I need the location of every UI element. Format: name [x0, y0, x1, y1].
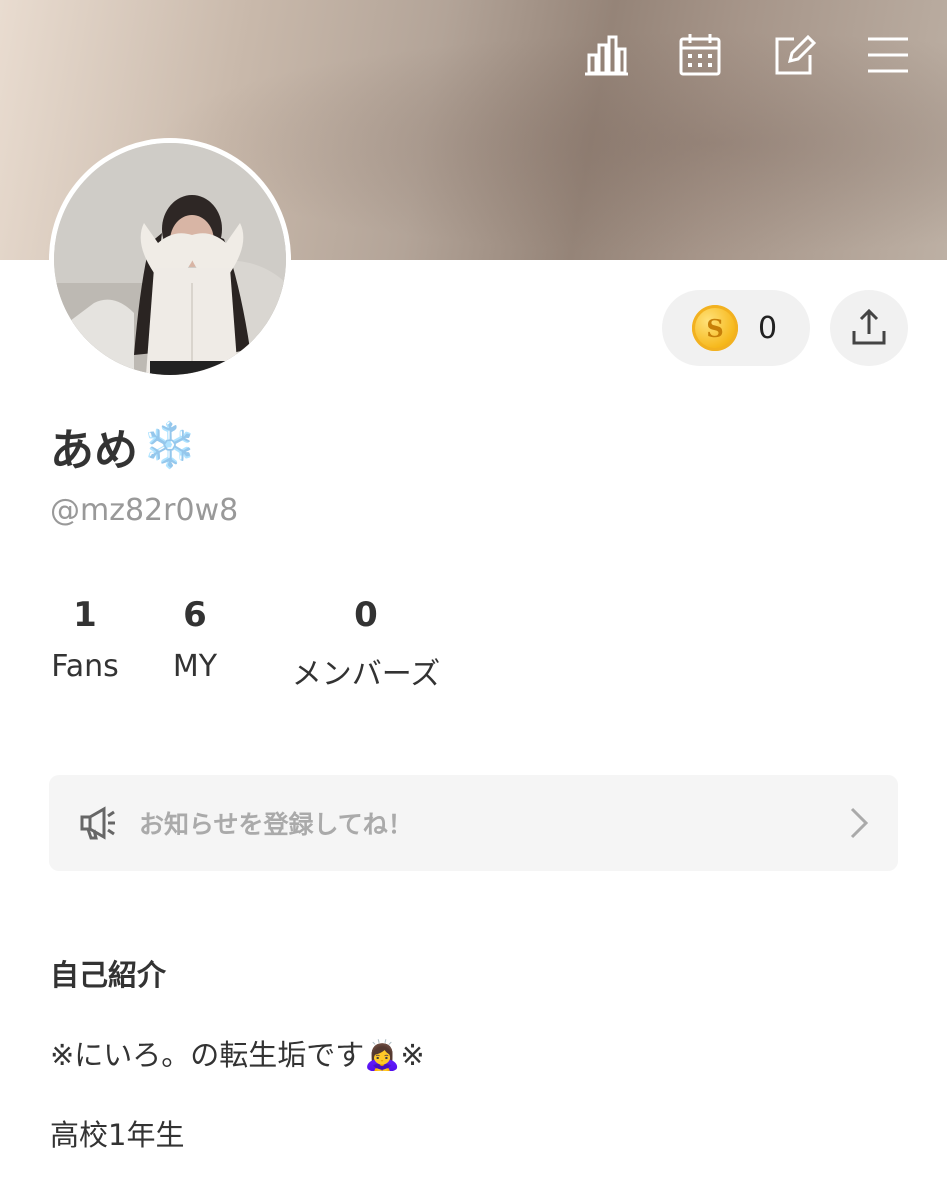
stat-my[interactable]: 6 MY — [148, 595, 242, 693]
stat-label: MY — [172, 649, 218, 684]
stats-icon[interactable] — [581, 30, 631, 80]
display-name-text: あめ — [50, 425, 138, 476]
profile-stats: 1 Fans 6 MY 0 メンバーズ — [49, 595, 446, 693]
avatar[interactable] — [49, 138, 291, 380]
bio-text: 高校1年生 — [50, 1118, 185, 1152]
share-icon — [852, 308, 886, 345]
bio-text: ※にいろ。の転生垢です🙇‍♀️※ — [50, 1038, 425, 1072]
top-toolbar — [581, 30, 913, 80]
user-handle: @mz82r0w8 — [50, 493, 239, 528]
menu-icon[interactable] — [863, 30, 913, 80]
display-name: あめ ❄️ — [50, 414, 197, 478]
stat-members[interactable]: 0 メンバーズ — [286, 595, 446, 693]
snowflake-emoji: ❄️ — [142, 420, 197, 471]
stat-value: 6 — [183, 595, 207, 635]
avatar-photo — [54, 143, 286, 375]
coin-balance-pill[interactable]: S 0 — [662, 290, 810, 366]
coin-count: 0 — [758, 310, 778, 346]
stat-fans[interactable]: 1 Fans — [49, 595, 121, 693]
edit-icon[interactable] — [769, 30, 819, 80]
chevron-right-icon — [850, 807, 869, 839]
bio-heading: 自己紹介 — [50, 958, 167, 992]
stat-label: メンバーズ — [291, 657, 441, 692]
stat-label: Fans — [51, 649, 119, 684]
share-button[interactable] — [830, 290, 908, 366]
calendar-icon[interactable] — [675, 30, 725, 80]
notice-banner[interactable]: お知らせを登録してね！ — [49, 775, 898, 871]
megaphone-icon — [80, 806, 115, 840]
stat-value: 1 — [73, 595, 97, 635]
notice-text: お知らせを登録してね！ — [139, 810, 413, 839]
coin-icon: S — [692, 305, 738, 351]
stat-value: 0 — [354, 595, 378, 635]
